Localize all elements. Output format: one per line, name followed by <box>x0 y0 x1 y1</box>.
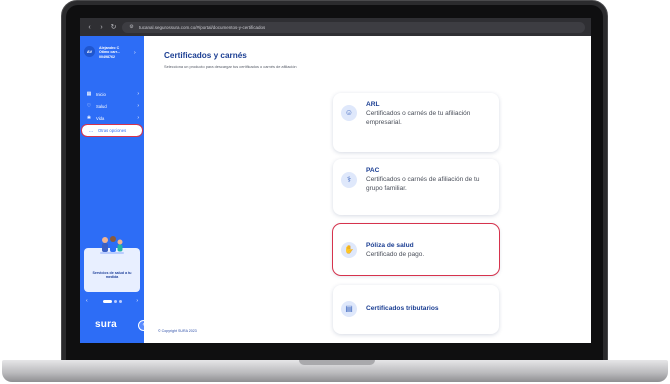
heart-icon: ❀ <box>86 115 92 121</box>
reload-icon[interactable]: ↻ <box>110 24 117 31</box>
worker-icon: ☺ <box>341 105 357 121</box>
carousel-nav: ‹ › <box>86 298 138 304</box>
laptop-base <box>2 360 668 382</box>
card-poliza-de-salud[interactable]: ✋ Póliza de salud Certificado de pago. <box>332 223 500 276</box>
carousel-dot[interactable] <box>118 299 122 303</box>
sidebar-item-otras-opciones[interactable]: … Otras opciones <box>80 123 144 138</box>
carousel-dot[interactable] <box>102 299 112 303</box>
chevron-right-icon[interactable]: › <box>136 298 138 304</box>
sidebar-item-label: Inicio <box>96 91 106 97</box>
chevron-right-icon: › <box>137 103 139 109</box>
card-description: Certificados o carnés de tu afiliación e… <box>366 110 471 126</box>
card-title: Certificados tributarios <box>366 305 439 312</box>
chevron-left-icon[interactable]: ‹ <box>86 298 88 304</box>
card-description: Certificado de pago. <box>366 251 425 258</box>
avatar: AV <box>84 46 95 57</box>
card-pac[interactable]: ⚕ PAC Certificados o carnés de afiliació… <box>333 159 499 215</box>
family-illustration <box>100 236 124 254</box>
more-icon: … <box>88 127 94 134</box>
copyright: © Copyright SURA 2023 <box>158 329 197 333</box>
sidebar-menu: ▦ Inicio › ♡ Salud › ❀ Vida › … Otras op… <box>80 88 144 138</box>
stethoscope-icon: ♡ <box>86 103 92 109</box>
carousel-dot[interactable] <box>113 299 117 303</box>
sidebar-item-inicio[interactable]: ▦ Inicio › <box>80 88 144 100</box>
sidebar-item-label: Otras opciones <box>98 128 127 133</box>
site-info-icon[interactable]: ⚙ <box>128 24 135 31</box>
sidebar-item-salud[interactable]: ♡ Salud › <box>80 100 144 112</box>
document-icon: ▤ <box>341 301 357 317</box>
sidebar-item-label: Salud <box>96 103 107 109</box>
card-certificados-tributarios[interactable]: ▤ Certificados tributarios <box>333 285 499 334</box>
card-description: Certificados o carnés de afiliación de t… <box>366 176 480 192</box>
address-bar[interactable]: ⚙ tucanal.segurossura.com.co/#/portal/do… <box>122 21 585 33</box>
hand-coin-icon: ✋ <box>341 242 357 258</box>
health-icon: ⚕ <box>341 172 357 188</box>
forward-icon[interactable]: › <box>98 24 105 31</box>
sura-logo: sura <box>95 319 117 330</box>
promo-card[interactable]: Servicios de salud a tu medida <box>84 236 140 292</box>
url-text: tucanal.segurossura.com.co/#/portal/docu… <box>139 24 266 30</box>
sidebar-item-label: Vida <box>96 115 105 121</box>
user-id: 00498762 <box>99 54 115 59</box>
user-profile[interactable]: AV Alejandro C Otimo carr... 00498762 <box>84 46 120 59</box>
user-info: Alejandro C Otimo carr... 00498762 <box>99 46 120 59</box>
home-icon: ▦ <box>86 91 92 97</box>
chevron-right-icon: › <box>137 115 139 121</box>
card-title: Póliza de salud <box>366 242 414 249</box>
carousel-dots <box>102 299 122 303</box>
browser-toolbar: ‹ › ↻ ⚙ tucanal.segurossura.com.co/#/por… <box>80 18 591 36</box>
chevron-right-icon: › <box>137 91 139 97</box>
main-content: Certificados y carnés Selecciona un prod… <box>144 36 591 343</box>
back-icon[interactable]: ‹ <box>86 24 93 31</box>
screen: ‹ › ↻ ⚙ tucanal.segurossura.com.co/#/por… <box>80 18 591 343</box>
sidebar-item-vida[interactable]: ❀ Vida › <box>80 112 144 124</box>
card-arl[interactable]: ☺ ARL Certificados o carnés de tu afilia… <box>333 93 499 152</box>
card-title: PAC <box>366 167 380 174</box>
card-title: ARL <box>366 101 380 108</box>
chevron-right-icon[interactable]: › <box>134 50 136 56</box>
sidebar: AV Alejandro C Otimo carr... 00498762 › … <box>80 36 149 343</box>
promo-text: Servicios de salud a tu medida <box>92 271 132 280</box>
page-subtitle: Selecciona un producto para descargar tu… <box>164 64 297 69</box>
page-title: Certificados y carnés <box>164 51 247 60</box>
laptop-notch <box>299 360 375 365</box>
